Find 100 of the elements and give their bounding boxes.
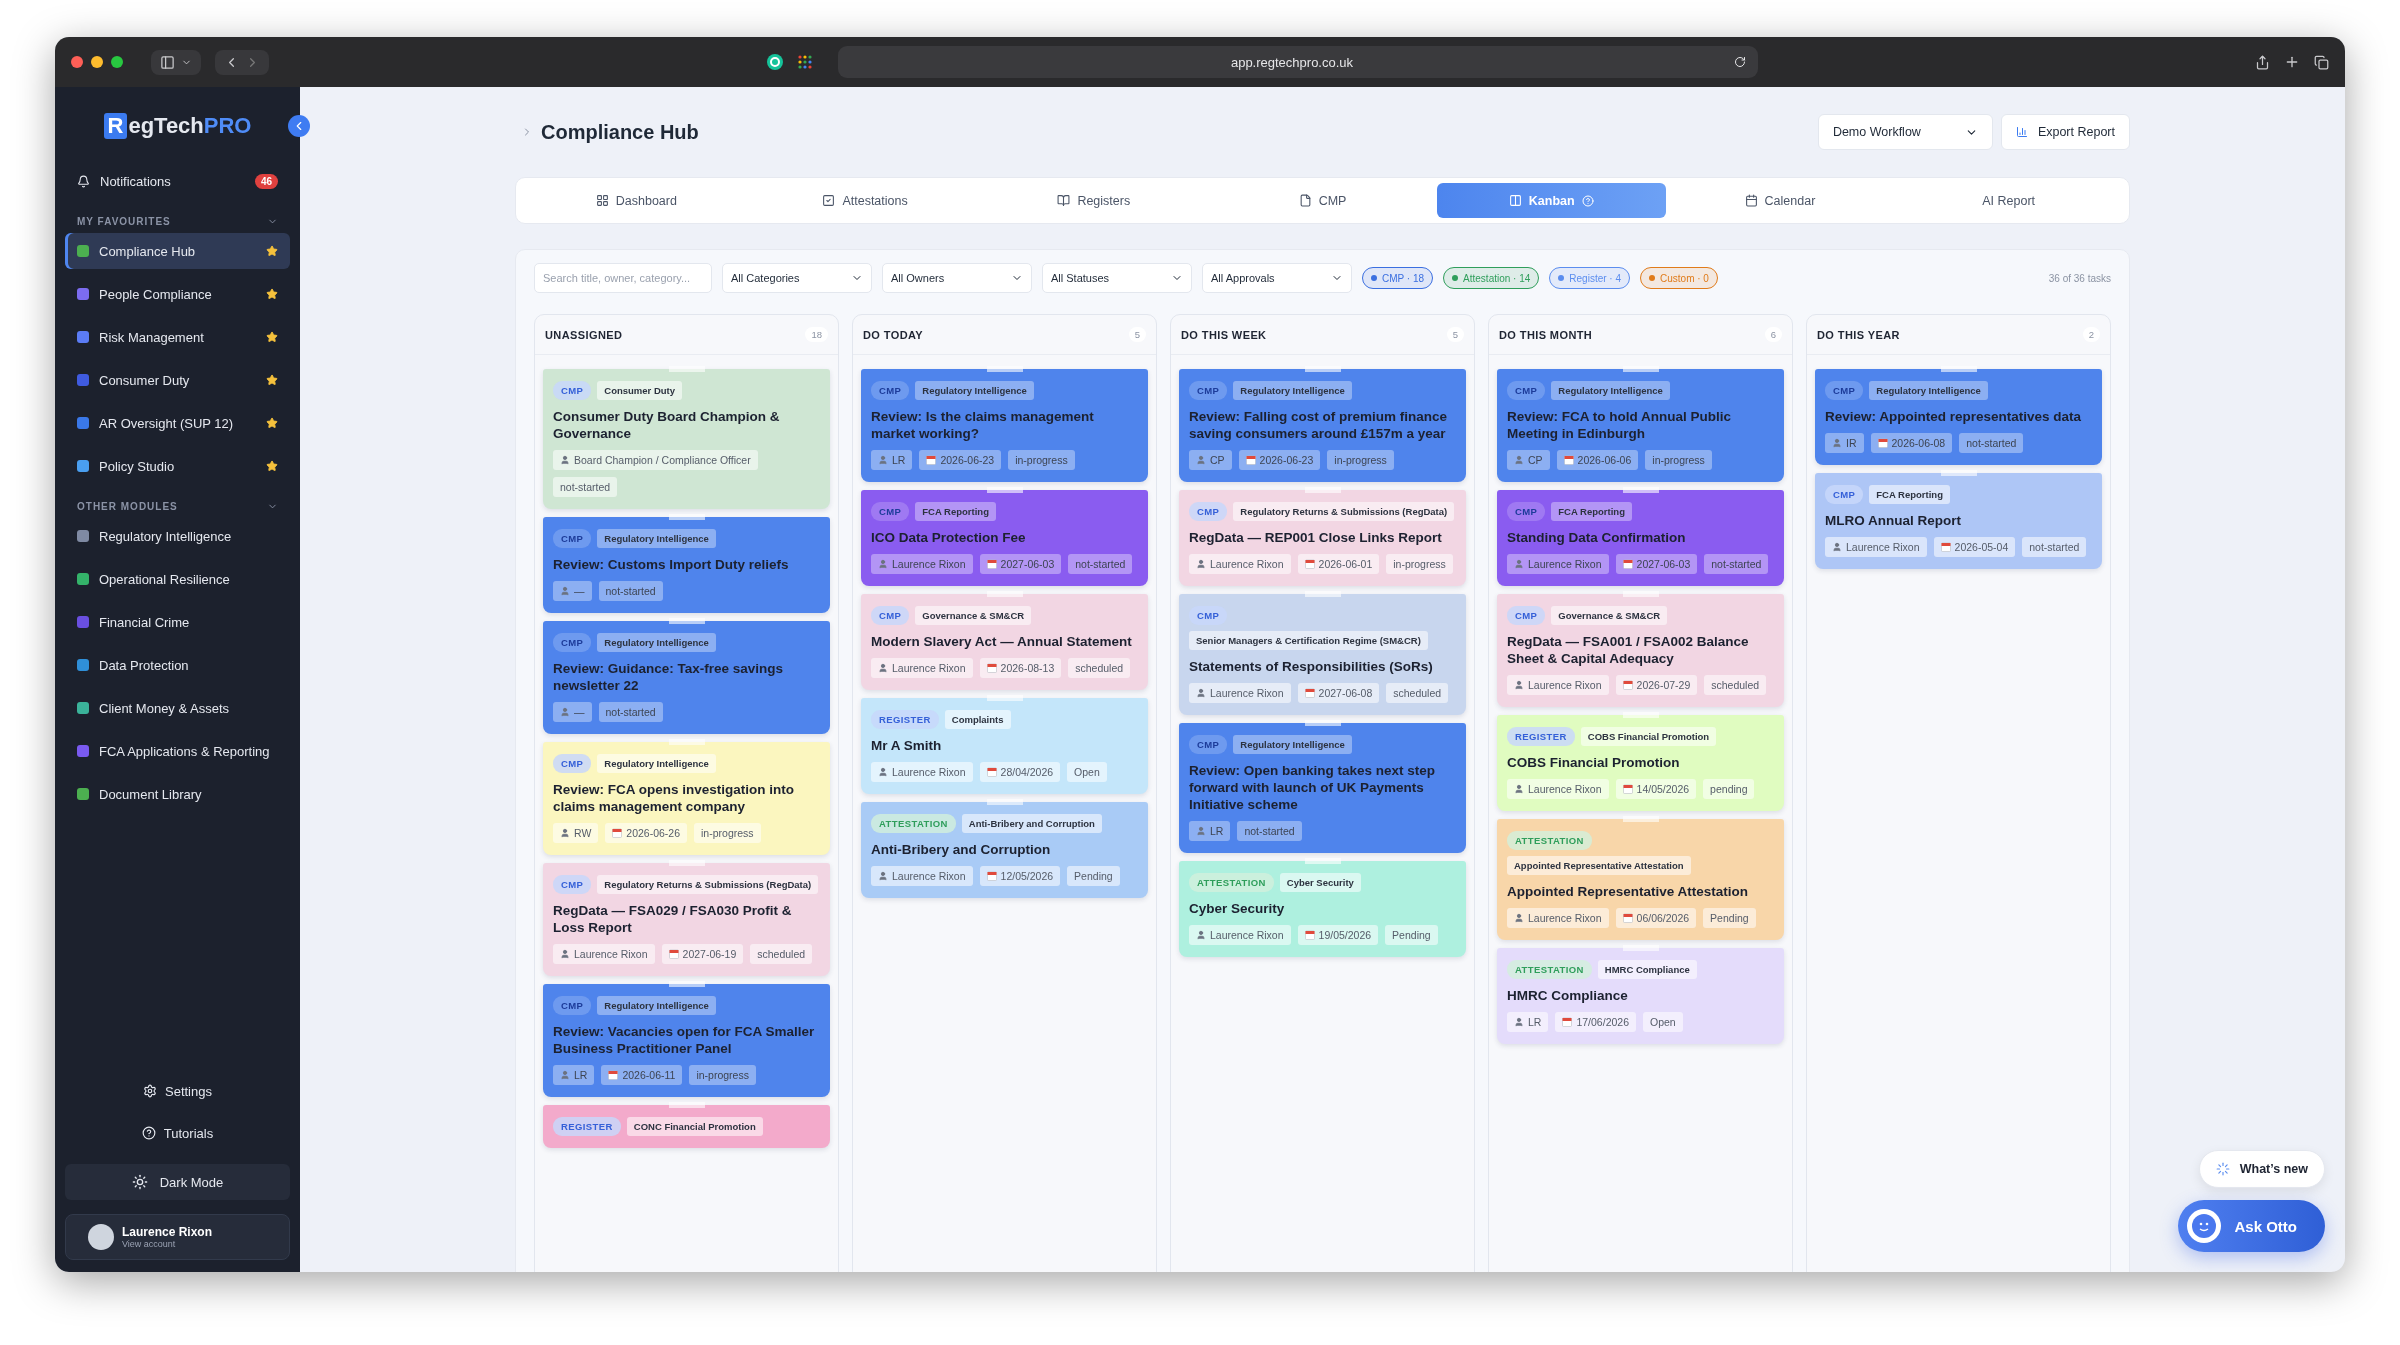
star-icon[interactable] (266, 417, 278, 429)
zoom-button[interactable] (111, 56, 123, 68)
due-date-chip: 2026-08-13 (979, 658, 1062, 678)
filter-select[interactable]: All Owners (882, 263, 1032, 293)
card-title: Review: Vacancies open for FCA Smaller Business Practitioner Panel (553, 1023, 816, 1057)
task-card[interactable]: CMP Regulatory Intelligence Review: FCA to hold Annual Public Meeting in Edinburgh CP 2026-06-06 in-progress (1497, 369, 1784, 482)
sidebar-item[interactable]: Data Protection (65, 647, 290, 683)
star-icon[interactable] (266, 374, 278, 386)
tabs-overview-icon[interactable] (2314, 54, 2329, 70)
task-card[interactable]: CMP Regulatory Intelligence Review: Falling cost of premium finance saving consumers around £157m a year CP 2026-06-23 in-progress (1179, 369, 1466, 482)
star-icon[interactable] (266, 288, 278, 300)
task-card[interactable]: CMP Governance & SM&CR RegData — FSA001 / FSA002 Balance Sheet & Capital Adequacy Laurence Rixon 2026-07-29 scheduled (1497, 594, 1784, 707)
tab[interactable]: Calendar (1665, 183, 1895, 218)
tab[interactable]: Attestations (750, 183, 980, 218)
task-card[interactable]: CMP FCA Reporting ICO Data Protection Fee Laurence Rixon 2027-06-03 not-started (861, 490, 1148, 586)
type-tag: CMP (1189, 502, 1228, 521)
task-card[interactable]: ATTESTATION Anti-Bribery and Corruption Anti-Bribery and Corruption Laurence Rixon 12/05/2026 Pending (861, 802, 1148, 898)
sidebar-item[interactable]: People Compliance (65, 276, 290, 312)
calendar-icon (1877, 438, 1888, 448)
task-card[interactable]: CMP Consumer Duty Consumer Duty Board Champion & Governance Board Champion / Compliance Officer not-started (543, 369, 830, 509)
minimize-button[interactable] (91, 56, 103, 68)
new-tab-icon[interactable] (2284, 54, 2300, 70)
task-card[interactable]: CMP Regulatory Intelligence Review: Vacancies open for FCA Smaller Business Practitioner Panel LR 2026-06-11 in-progress (543, 984, 830, 1097)
task-card[interactable]: CMP Regulatory Returns & Submissions (RegData) RegData — FSA029 / FSA030 Profit & Loss Report Laurence Rixon 2027-06-19 scheduled (543, 863, 830, 976)
tab[interactable]: CMP (1208, 183, 1437, 218)
sidebar-toggle-button[interactable] (151, 49, 201, 75)
type-tag: CMP (1825, 485, 1864, 504)
settings-link[interactable]: Settings (65, 1076, 290, 1106)
sidebar-item[interactable]: Operational Resilience (65, 561, 290, 597)
whats-new-button[interactable]: What’s new (2198, 1150, 2325, 1188)
type-tag: ATTESTATION (1507, 960, 1592, 979)
tab[interactable]: Dashboard (522, 183, 751, 218)
address-bar[interactable]: app.regtechpro.co.uk (838, 46, 1758, 78)
sidebar-item[interactable]: FCA Applications & Reporting (65, 733, 290, 769)
owner-chip: Laurence Rixon (1507, 779, 1609, 799)
sidebar-item[interactable]: Policy Studio (65, 448, 290, 484)
task-card[interactable]: CMP Senior Managers & Certification Regime (SM&CR) Statements of Responsibilities (SoRs) Laurence Rixon 2027-06-08 scheduled (1179, 594, 1466, 715)
task-card[interactable]: CMP Regulatory Intelligence Review: FCA opens investigation into claims management company RW 2026-06-26 in-progress (543, 742, 830, 855)
person-icon (560, 707, 570, 717)
tab[interactable]: Registers (979, 183, 1209, 218)
collapse-sidebar-button[interactable] (288, 115, 310, 137)
person-icon (1514, 455, 1524, 465)
due-date-chip: 12/05/2026 (979, 866, 1061, 886)
task-card[interactable]: CMP Governance & SM&CR Modern Slavery Act — Annual Statement Laurence Rixon 2026-08-13 scheduled (861, 594, 1148, 690)
tutorials-link[interactable]: Tutorials (65, 1118, 290, 1148)
sidebar-item[interactable]: Client Money & Assets (65, 690, 290, 726)
status-chip: in-progress (694, 823, 761, 843)
notifications-link[interactable]: Notifications 46 (65, 163, 290, 199)
dark-mode-button[interactable]: Dark Mode (65, 1164, 290, 1200)
task-card[interactable]: CMP Regulatory Intelligence Review: Open banking takes next step forward with launch of UK Payments Initiative scheme LR not-started (1179, 723, 1466, 853)
star-icon[interactable] (266, 460, 278, 472)
type-tag: CMP (1189, 735, 1228, 754)
type-tag: ATTESTATION (1507, 831, 1592, 850)
reload-icon[interactable] (1734, 56, 1746, 68)
status-chip: not-started (1959, 433, 2024, 453)
status-chip: Pending (1703, 908, 1756, 928)
task-card[interactable]: ATTESTATION HMRC Compliance HMRC Compliance LR 17/06/2026 Open (1497, 948, 1784, 1044)
sidebar-item[interactable]: Risk Management (65, 319, 290, 355)
task-card[interactable]: REGISTER CONC Financial Promotion (543, 1105, 830, 1148)
filter-select[interactable]: All Statuses (1042, 263, 1192, 293)
category-tag: Consumer Duty (597, 381, 683, 400)
task-card[interactable]: REGISTER COBS Financial Promotion COBS Financial Promotion Laurence Rixon 14/05/2026 pending (1497, 715, 1784, 811)
share-icon[interactable] (2255, 54, 2270, 70)
owner-chip: CP (1189, 450, 1232, 470)
workflow-select[interactable]: Demo Workflow (1817, 114, 1993, 150)
task-card[interactable]: ATTESTATION Cyber Security Cyber Security Laurence Rixon 19/05/2026 Pending (1179, 861, 1466, 957)
sidebar-item[interactable]: Financial Crime (65, 604, 290, 640)
tab[interactable]: AI Report (1894, 183, 2124, 218)
ask-otto-button[interactable]: Ask Otto (2178, 1200, 2325, 1252)
task-card[interactable]: CMP Regulatory Intelligence Review: Appointed representatives data IR 2026-06-08 not-started (1815, 369, 2102, 465)
filter-chip[interactable]: CMP · 18 (1362, 267, 1434, 289)
task-card[interactable]: CMP FCA Reporting MLRO Annual Report Laurence Rixon 2026-05-04 not-started (1815, 473, 2102, 569)
task-card[interactable]: CMP Regulatory Intelligence Review: Is the claims management market working? LR 2026-06-23 in-progress (861, 369, 1148, 482)
apps-grid-icon[interactable] (798, 55, 812, 69)
owner-chip: Laurence Rixon (871, 762, 973, 782)
task-card[interactable]: CMP Regulatory Intelligence Review: Guidance: Tax-free savings newsletter 22 — not-started (543, 621, 830, 734)
extension-icon[interactable] (766, 53, 784, 71)
sidebar-item[interactable]: Regulatory Intelligence (65, 518, 290, 554)
account-card[interactable]: Laurence Rixon View account (65, 1214, 290, 1260)
card-title: Cyber Security (1189, 900, 1286, 917)
task-card[interactable]: CMP Regulatory Intelligence Review: Customs Import Duty reliefs — not-started (543, 517, 830, 613)
owner-chip: — (553, 702, 592, 722)
filter-select[interactable]: All Approvals (1202, 263, 1352, 293)
export-report-button[interactable]: Export Report (2000, 114, 2130, 150)
close-button[interactable] (71, 56, 83, 68)
task-card[interactable]: CMP Regulatory Returns & Submissions (RegData) RegData — REP001 Close Links Report Laurence Rixon 2026-06-01 in-progress (1179, 490, 1466, 586)
sidebar-item[interactable]: Compliance Hub (65, 233, 290, 269)
sidebar-item[interactable]: Consumer Duty (65, 362, 290, 398)
task-card[interactable]: CMP FCA Reporting Standing Data Confirmation Laurence Rixon 2027-06-03 not-started (1497, 490, 1784, 586)
filter-select[interactable]: All Categories (722, 263, 872, 293)
sidebar-item[interactable]: Document Library (65, 776, 290, 812)
search-field[interactable]: Search title, owner, category... (534, 263, 712, 293)
person-icon (560, 586, 570, 596)
sidebar-item[interactable]: AR Oversight (SUP 12) (65, 405, 290, 441)
star-icon[interactable] (266, 331, 278, 343)
task-card[interactable]: ATTESTATION Appointed Representative Attestation Appointed Representative Attestation Laurence Rixon 06/06/2026 Pending (1497, 819, 1784, 940)
task-card[interactable]: REGISTER Complaints Mr A Smith Laurence Rixon 28/04/2026 Open (861, 698, 1148, 794)
star-icon[interactable] (266, 245, 278, 257)
calendar-icon (1563, 455, 1574, 465)
person-icon (878, 559, 888, 569)
